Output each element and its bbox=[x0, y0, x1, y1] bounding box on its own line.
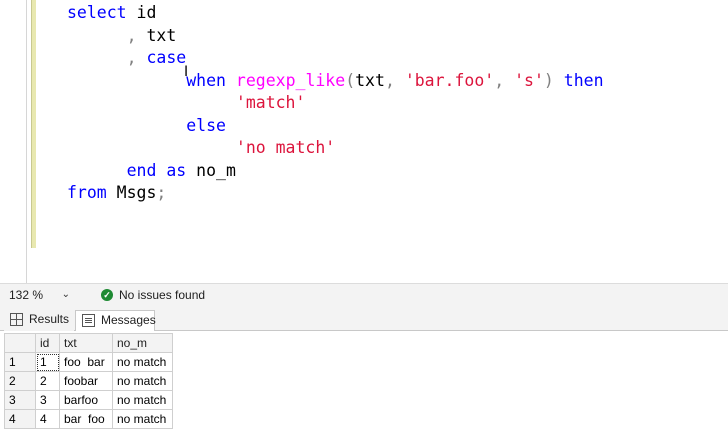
code-token: from bbox=[67, 183, 107, 202]
chevron-down-icon: ⌄ bbox=[61, 289, 70, 300]
cell-id[interactable]: 1 bbox=[35, 352, 60, 372]
code-line[interactable]: select id bbox=[67, 2, 604, 25]
code-token: , bbox=[67, 48, 147, 67]
editor-status-bar: 132 % ⌄ ✓ No issues found bbox=[0, 283, 728, 305]
check-circle-icon: ✓ bbox=[101, 289, 113, 301]
cell-id[interactable]: 2 bbox=[35, 371, 60, 391]
code-token: , bbox=[384, 70, 405, 90]
code-token: ) bbox=[543, 70, 564, 90]
code-line[interactable]: , case bbox=[67, 47, 604, 70]
row-number[interactable]: 1 bbox=[4, 352, 36, 372]
code-token: case bbox=[146, 48, 187, 67]
row-number[interactable]: 2 bbox=[4, 371, 36, 391]
results-grid[interactable]: id txt no_m 1 1 foo bar no match 2 2 foo… bbox=[4, 333, 173, 429]
code-token: no_m bbox=[186, 160, 236, 180]
code-token: 'match' bbox=[235, 93, 306, 112]
code-token: regexp_like bbox=[235, 70, 346, 90]
code-token: Msgs bbox=[106, 183, 157, 202]
code-line[interactable]: when regexp_like(txt, 'bar.foo', 's') th… bbox=[67, 70, 604, 93]
table-row: 4 4 bar foo no match bbox=[4, 409, 173, 429]
cell-txt[interactable]: barfoo bbox=[59, 390, 113, 410]
issues-indicator[interactable]: ✓ No issues found bbox=[101, 286, 205, 304]
code-token: then bbox=[563, 70, 604, 90]
tab-results[interactable]: Results bbox=[4, 310, 74, 331]
code-line[interactable]: from Msgs; bbox=[67, 182, 604, 205]
cell-no-m[interactable]: no match bbox=[112, 409, 173, 429]
code-line[interactable]: 'no match' bbox=[67, 137, 604, 160]
code-line[interactable]: 'match' bbox=[67, 92, 604, 115]
code-token: as bbox=[166, 160, 187, 180]
cell-txt[interactable]: bar foo bbox=[59, 409, 113, 429]
cell-no-m[interactable]: no match bbox=[112, 371, 173, 391]
code-token: else bbox=[186, 115, 226, 135]
row-number[interactable]: 4 bbox=[4, 409, 36, 429]
grid-corner[interactable] bbox=[4, 333, 36, 353]
tab-messages-label: Messages bbox=[101, 313, 156, 327]
code-text[interactable]: select id , txt , case when regexp_like(… bbox=[67, 2, 604, 205]
table-row: 3 3 barfoo no match bbox=[4, 390, 173, 410]
grid-icon bbox=[10, 313, 23, 326]
sql-editor[interactable]: select id , txt , case when regexp_like(… bbox=[0, 0, 728, 283]
code-line[interactable]: , txt bbox=[67, 25, 604, 48]
code-token: ; bbox=[156, 183, 167, 202]
table-row: 2 2 foobar no match bbox=[4, 371, 173, 391]
code-token: end bbox=[126, 160, 157, 180]
code-token: txt bbox=[146, 25, 177, 45]
code-line[interactable]: end as no_m bbox=[67, 160, 604, 183]
code-token: ( bbox=[345, 70, 356, 90]
code-token: 'bar.foo' bbox=[404, 70, 495, 90]
cell-id[interactable]: 3 bbox=[35, 390, 60, 410]
cell-no-m[interactable]: no match bbox=[112, 390, 173, 410]
tab-results-label: Results bbox=[29, 312, 70, 326]
zoom-dropdown[interactable]: 132 % ⌄ bbox=[4, 286, 76, 304]
messages-icon bbox=[82, 314, 95, 327]
cell-txt[interactable]: foobar bbox=[59, 371, 113, 391]
table-row: 1 1 foo bar no match bbox=[4, 352, 173, 372]
code-token: , bbox=[67, 25, 147, 45]
zoom-value: 132 % bbox=[9, 288, 44, 302]
cell-txt[interactable]: foo bar bbox=[59, 352, 113, 372]
code-token: , bbox=[494, 70, 515, 90]
column-header-id[interactable]: id bbox=[35, 333, 60, 353]
code-token: id bbox=[126, 3, 157, 22]
results-tab-bar: Results Messages bbox=[0, 305, 728, 331]
editor-gutter bbox=[26, 0, 27, 283]
tab-messages[interactable]: Messages bbox=[75, 310, 156, 331]
results-pane: id txt no_m 1 1 foo bar no match 2 2 foo… bbox=[0, 331, 728, 430]
code-token: when bbox=[186, 70, 226, 90]
issues-text: No issues found bbox=[119, 288, 206, 302]
grid-header-row: id txt no_m bbox=[4, 333, 173, 353]
column-header-txt[interactable]: txt bbox=[59, 333, 113, 353]
code-token: 's' bbox=[514, 70, 544, 90]
code-token: select bbox=[67, 3, 127, 22]
cell-no-m[interactable]: no match bbox=[112, 352, 173, 372]
row-number[interactable]: 3 bbox=[4, 390, 36, 410]
column-header-no-m[interactable]: no_m bbox=[112, 333, 173, 353]
code-token: 'no match' bbox=[235, 138, 336, 157]
text-cursor-icon: I bbox=[184, 64, 189, 80]
cell-id[interactable]: 4 bbox=[35, 409, 60, 429]
code-line[interactable]: else bbox=[67, 115, 604, 138]
change-tracking-bar bbox=[31, 0, 36, 248]
code-token: txt bbox=[355, 70, 385, 90]
